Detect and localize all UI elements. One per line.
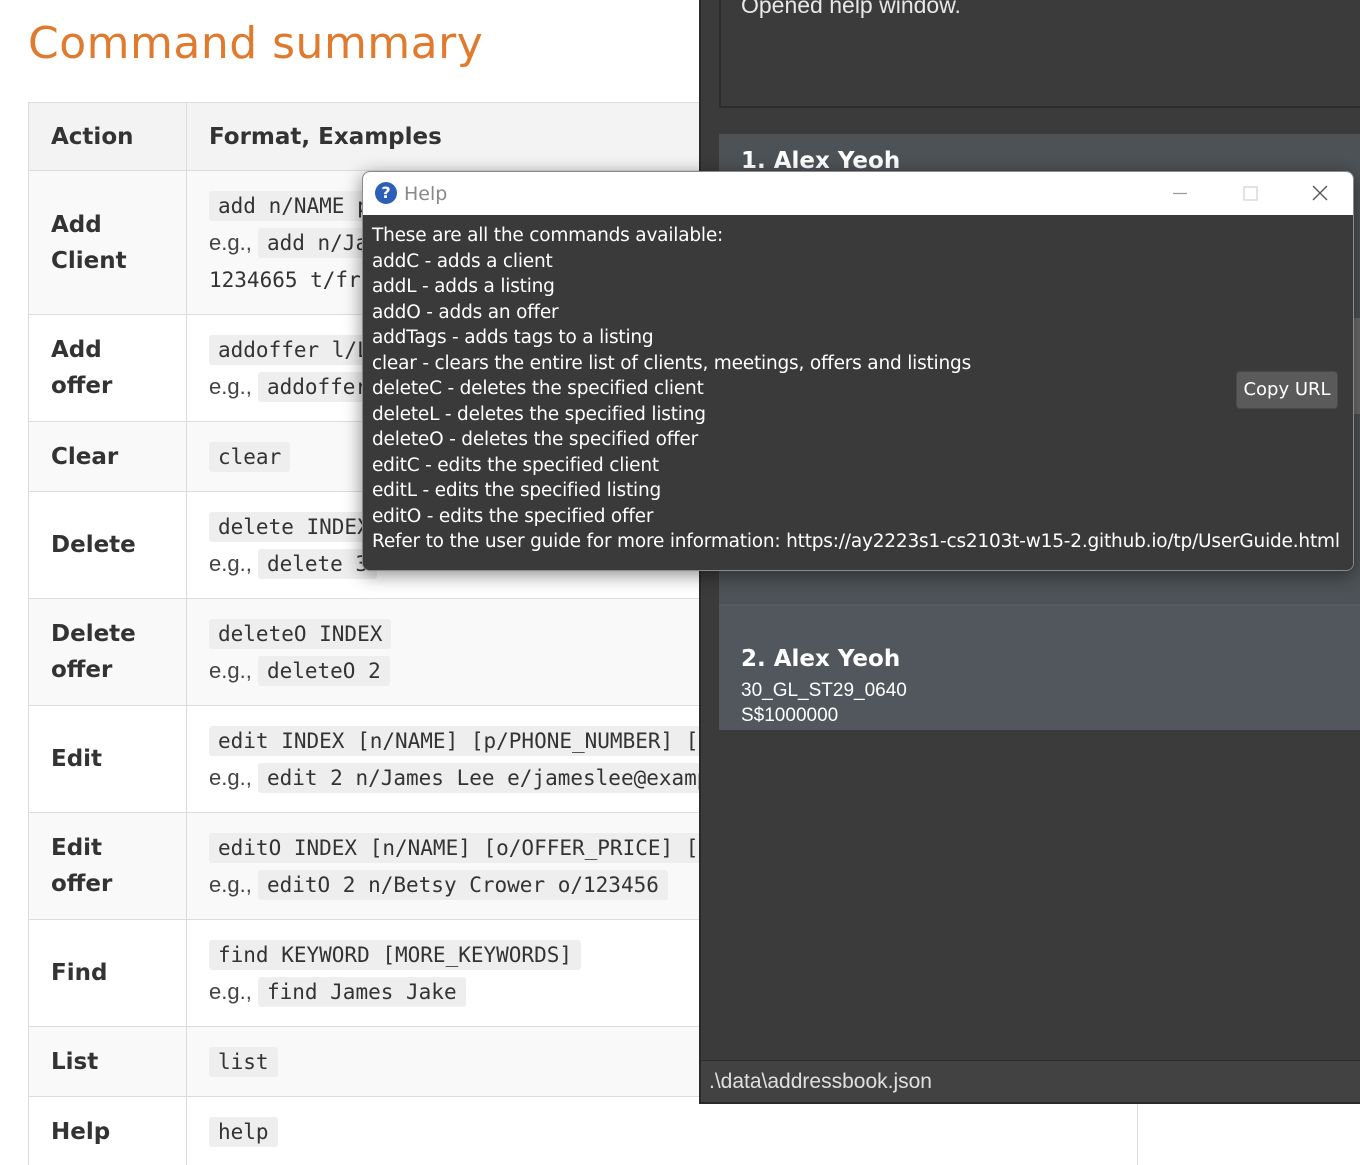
- help-line: editC - edits the specified client: [372, 454, 659, 476]
- card-price: S$1000000: [741, 705, 839, 726]
- help-line: addO - adds an offer: [372, 301, 559, 323]
- help-line: deleteO - deletes the specified offer: [372, 429, 698, 450]
- maximize-button[interactable]: [1215, 172, 1285, 215]
- help-url-line: Refer to the user guide for more informa…: [372, 531, 1340, 552]
- action-cell: Clear: [28, 421, 187, 492]
- eg-label: e.g.,: [209, 979, 252, 1004]
- code-example: delete 3: [257, 549, 378, 579]
- action-cell: Delete: [28, 491, 187, 599]
- code-format: list: [209, 1047, 278, 1077]
- eg-label: e.g.,: [209, 658, 252, 683]
- close-icon: [1312, 185, 1328, 201]
- help-line: addTags - adds tags to a listing: [372, 327, 654, 348]
- action-cell: List: [28, 1026, 187, 1097]
- code-format: deleteO INDEX: [209, 619, 392, 649]
- list-item[interactable]: 2. Alex Yeoh 30_GL_ST29_0640 S$1000000: [719, 606, 1360, 730]
- minimize-icon: [1173, 192, 1187, 195]
- help-line: editL - edits the specified listing: [372, 480, 662, 501]
- window-title: Help: [404, 183, 448, 205]
- result-display[interactable]: Opened help window.: [719, 0, 1360, 108]
- minimize-button[interactable]: [1145, 172, 1215, 215]
- help-content: These are all the commands available: ad…: [363, 215, 1353, 570]
- code-format: delete INDEX: [209, 512, 379, 542]
- help-line: These are all the commands available:: [372, 225, 724, 246]
- code-format: editO INDEX [n/NAME] [o/OFFER_PRICE] [l: [209, 833, 721, 863]
- status-bar: .\data\addressbook.json: [701, 1060, 1360, 1102]
- eg-label: e.g.,: [209, 872, 252, 897]
- code-format: find KEYWORD [MORE_KEYWORDS]: [209, 940, 582, 970]
- code-format: clear: [209, 442, 291, 472]
- code-example: editO 2 n/Betsy Crower o/123456: [257, 870, 668, 900]
- action-cell: Find: [28, 919, 187, 1027]
- help-question-icon: ?: [375, 182, 397, 204]
- result-text: Opened help window.: [741, 0, 961, 18]
- format-cell: help: [186, 1096, 1138, 1165]
- eg-label: e.g.,: [209, 551, 252, 576]
- help-line: addC - adds a client: [372, 250, 553, 272]
- code-example-continued: 1234665 t/fr: [209, 268, 361, 292]
- eg-label: e.g.,: [209, 230, 252, 255]
- card-title: 2. Alex Yeoh: [741, 646, 901, 672]
- action-cell: Edit: [28, 705, 187, 813]
- help-line: editO - edits the specified offer: [372, 505, 654, 527]
- help-line: deleteL - deletes the specified listing: [372, 403, 706, 425]
- close-button[interactable]: [1285, 172, 1353, 215]
- code-format: addoffer l/L: [209, 335, 379, 365]
- help-message: These are all the commands available: ad…: [372, 223, 1340, 555]
- card-address: 30_GL_ST29_0640: [741, 680, 907, 701]
- title-bar[interactable]: ? Help: [363, 172, 1353, 215]
- maximize-icon: [1243, 186, 1258, 201]
- copy-url-button[interactable]: Copy URL: [1236, 371, 1338, 409]
- help-line: addL - adds a listing: [372, 276, 555, 297]
- action-cell: Delete offer: [28, 598, 187, 706]
- status-file-path: .\data\addressbook.json: [709, 1070, 932, 1093]
- table-row: Help help: [28, 1096, 1138, 1165]
- eg-label: e.g.,: [209, 765, 252, 790]
- page-title: Command summary: [28, 18, 484, 69]
- action-cell: Edit offer: [28, 812, 187, 920]
- help-line: clear - clears the entire list of client…: [372, 352, 972, 374]
- code-format: help: [209, 1117, 278, 1147]
- code-example: add n/Ja: [257, 228, 378, 258]
- help-line: deleteC - deletes the specified client: [372, 378, 704, 399]
- action-cell: Add offer: [28, 314, 187, 422]
- code-example: deleteO 2: [257, 656, 390, 686]
- code-example: edit 2 n/James Lee e/jameslee@exampl: [257, 763, 732, 793]
- eg-label: e.g.,: [209, 374, 252, 399]
- action-cell: Add Client: [28, 170, 187, 315]
- action-cell: Help: [28, 1096, 187, 1165]
- code-example: addoffer: [257, 372, 378, 402]
- help-window: ? Help These are all the commands availa…: [362, 171, 1354, 571]
- code-format: add n/NAME p: [209, 191, 379, 221]
- column-header-action: Action: [28, 102, 187, 171]
- code-example: find James Jake: [257, 977, 466, 1007]
- code-format: edit INDEX [n/NAME] [p/PHONE_NUMBER] [e: [209, 726, 721, 756]
